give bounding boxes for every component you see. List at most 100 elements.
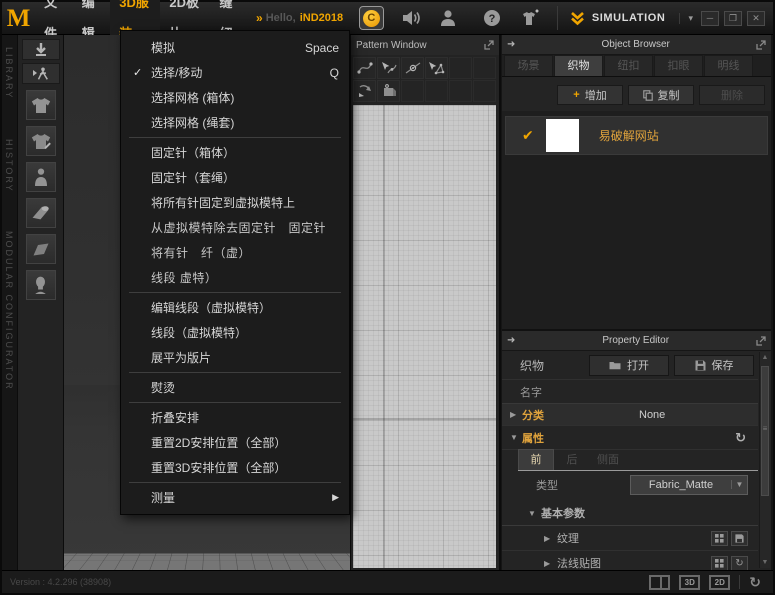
refresh-icon[interactable]: ↻ (749, 574, 761, 591)
curve-tool-icon (357, 61, 373, 75)
menu-item-pin-lasso[interactable]: 固定针（套绳） (121, 165, 349, 190)
simulation-control[interactable]: SIMULATION (557, 6, 666, 30)
menu-item-remove-pins-from-avatar[interactable]: 从虚拟模特除去固定针 固定针 (121, 215, 349, 240)
tab-history[interactable]: HISTORY (4, 139, 14, 193)
menu-item-select-move[interactable]: ✓ 选择/移动Q (121, 60, 349, 85)
library-item-head[interactable] (26, 270, 56, 300)
type-dropdown[interactable]: Fabric_Matte ▼ (630, 475, 748, 495)
fabric-swatch[interactable] (546, 119, 579, 152)
expand-arrow-icon[interactable]: ▶ (510, 410, 522, 419)
surface-tab-side[interactable]: 侧面 (590, 450, 626, 470)
properties-row[interactable]: ▼ 属性 ↻ (502, 426, 758, 450)
menu-item-simulate[interactable]: 模拟Space (121, 35, 349, 60)
menu-item-reset-3d-arrangement[interactable]: 重置3D安排位置（全部） (121, 455, 349, 480)
normal-map-grid-button[interactable] (711, 556, 728, 571)
expand-arrow-icon[interactable]: ▶ (544, 534, 557, 543)
add-button[interactable]: + 增加 (557, 85, 623, 105)
window-controls: ─ ❐ ✕ (701, 11, 773, 26)
library-item-fabric-fold[interactable] (26, 234, 56, 264)
menu-item-pins-garbled[interactable]: 将有针 纤（虚） (121, 240, 349, 265)
menu-item-select-mesh-lasso[interactable]: 选择网格 (绳套) (121, 110, 349, 135)
scroll-thumb[interactable]: ≡ (761, 366, 769, 496)
category-row[interactable]: ▶ 分类 None (502, 404, 758, 426)
menu-item-segment-avatar[interactable]: 线段（虚拟模特） (121, 320, 349, 345)
close-button[interactable]: ✕ (747, 11, 765, 26)
tab-button[interactable]: 纽扣 (604, 55, 653, 76)
scroll-up-icon[interactable]: ▲ (760, 354, 770, 361)
menu-item-select-mesh-box[interactable]: 选择网格 (箱体) (121, 85, 349, 110)
object-browser-actions: + 增加 复制 删除 (502, 77, 771, 111)
scroll-down-icon[interactable]: ▼ (760, 559, 770, 566)
basic-params-row[interactable]: ▼ 基本参数 (502, 501, 758, 526)
tab-buttonhole[interactable]: 扣眼 (654, 55, 703, 76)
surface-tab-back[interactable]: 后 (554, 450, 590, 470)
help-button[interactable]: ? (483, 6, 501, 30)
menu-item-edit-segment-avatar[interactable]: 编辑线段（虚拟模特） (121, 295, 349, 320)
surface-tab-front[interactable]: 前 (518, 449, 554, 470)
property-editor-title: Property Editor (515, 335, 756, 346)
save-button[interactable]: 保存 (674, 355, 754, 376)
avatar-pose-button[interactable] (22, 63, 60, 84)
menu-item-pin-all-to-avatar[interactable]: 将所有针固定到虚拟模特上 (121, 190, 349, 215)
maximize-button[interactable]: ❐ (724, 11, 742, 26)
minimize-button[interactable]: ─ (701, 11, 719, 26)
collapse-arrow-icon[interactable]: ▼ (510, 433, 522, 442)
speaker-icon (402, 10, 421, 26)
simulation-dropdown-caret[interactable]: ▾ (679, 13, 701, 24)
popout-icon[interactable] (756, 40, 766, 50)
tool-slot-empty (401, 80, 424, 102)
popout-icon[interactable] (756, 336, 766, 346)
texture-grid-button[interactable] (711, 531, 728, 546)
fabric-list-item[interactable]: ✔ 易破解网站 (505, 116, 768, 155)
normal-map-refresh-button[interactable]: ↻ (731, 556, 748, 571)
sound-button[interactable] (402, 6, 421, 30)
menu-item-flatten-to-pattern[interactable]: 展平为版片 (121, 345, 349, 370)
library-item-garment[interactable] (26, 90, 56, 120)
name-input[interactable] (582, 384, 748, 400)
tool-transform[interactable] (353, 80, 376, 102)
walking-person-icon (32, 67, 50, 81)
tool-show-pattern[interactable] (377, 80, 400, 102)
tab-modular-configurator[interactable]: MODULAR CONFIGURATOR (4, 231, 14, 391)
menu-item-pin-box[interactable]: 固定针（箱体） (121, 140, 349, 165)
popout-icon[interactable] (484, 40, 494, 50)
panel-arrow-icon[interactable]: ➜ (507, 39, 515, 50)
tool-slot-empty (473, 80, 496, 102)
tool-edit-curve[interactable] (353, 57, 376, 79)
open-button[interactable]: 打开 (589, 355, 669, 376)
copy-button[interactable]: 复制 (628, 85, 694, 105)
menu-item-fold-arrangement[interactable]: 折叠安排 (121, 405, 349, 430)
tab-topstitch[interactable]: 明线 (704, 55, 753, 76)
tab-scene[interactable]: 场景 (504, 55, 553, 76)
tool-edit-curve-point[interactable] (377, 57, 400, 79)
refresh-icon[interactable]: ↻ (735, 430, 746, 446)
expand-arrow-icon[interactable]: ▶ (544, 559, 557, 568)
split-view-button[interactable] (649, 575, 670, 590)
menu-item-iron[interactable]: 熨烫 (121, 375, 349, 400)
view-3d-button[interactable]: 3D (679, 575, 700, 590)
library-item-avatar[interactable] (26, 162, 56, 192)
view-2d-button[interactable]: 2D (709, 575, 730, 590)
menu-item-measure[interactable]: 测量 ▶ (121, 485, 349, 510)
library-item-garment-2[interactable] (26, 126, 56, 156)
menu-item-segment-garbled[interactable]: 线段 虚特） (121, 265, 349, 290)
delete-button[interactable]: 删除 (699, 85, 765, 105)
add-avatar-button[interactable] (519, 6, 541, 30)
texture-save-button[interactable] (731, 531, 748, 546)
pattern-grid[interactable] (353, 105, 496, 568)
coin-button[interactable]: C (359, 6, 384, 30)
category-value: None (639, 409, 665, 421)
download-button[interactable] (22, 39, 60, 60)
texture-row[interactable]: ▶ 纹理 (502, 526, 758, 551)
menu-item-reset-2d-arrangement[interactable]: 重置2D安排位置（全部） (121, 430, 349, 455)
tab-fabric[interactable]: 织物 (554, 55, 603, 76)
tool-edit-pattern[interactable] (425, 57, 448, 79)
panel-arrow-icon[interactable]: ➜ (507, 335, 515, 346)
library-item-fabric-roll[interactable] (26, 198, 56, 228)
tool-add-point[interactable] (401, 57, 424, 79)
save-button-label: 保存 (712, 357, 734, 373)
account-button[interactable] (439, 6, 457, 30)
collapse-arrow-icon[interactable]: ▼ (528, 509, 541, 518)
tab-library[interactable]: LIBRARY (4, 47, 14, 99)
property-scrollbar[interactable]: ▲ ≡ ▼ (759, 352, 770, 568)
